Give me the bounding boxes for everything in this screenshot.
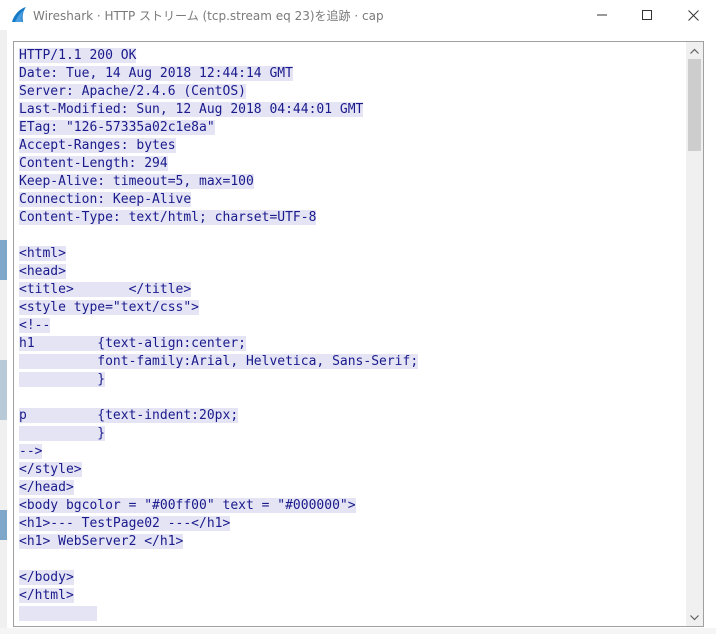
chevron-up-icon [690, 48, 699, 54]
chevron-down-icon [690, 614, 699, 620]
maximize-button[interactable] [624, 0, 670, 30]
stream-line[interactable]: </style> [19, 461, 418, 479]
stream-line-text: p {text-indent:20px; [19, 408, 239, 423]
stream-line-text: } [19, 372, 106, 387]
close-button[interactable] [670, 0, 716, 30]
stream-line[interactable]: <h1>--- TestPage02 ---</h1> [19, 515, 418, 533]
stream-line-text: Keep-Alive: timeout=5, max=100 [19, 174, 254, 189]
stream-line[interactable]: <!-- [19, 317, 418, 335]
stream-line[interactable]: <html> [19, 245, 418, 263]
stream-text[interactable]: HTTP/1.1 200 OK Date: Tue, 14 Aug 2018 12… [19, 47, 419, 623]
stream-line-text: <h1> WebServer2 </h1> [19, 534, 184, 549]
stream-line-text: Connection: Keep-Alive [19, 192, 192, 207]
close-icon [687, 9, 699, 21]
stream-line[interactable]: Connection: Keep-Alive [19, 191, 418, 209]
window-title: Wireshark · HTTP ストリーム (tcp.stream eq 23… [33, 9, 384, 23]
stream-line[interactable] [19, 605, 418, 623]
stream-line[interactable] [19, 551, 418, 569]
stream-line[interactable]: } [19, 425, 418, 443]
follow-stream-window: Wireshark · HTTP ストリーム (tcp.stream eq 23… [0, 0, 716, 634]
stream-line-text: HTTP/1.1 200 OK [19, 48, 137, 63]
stream-content-area[interactable]: HTTP/1.1 200 OK Date: Tue, 14 Aug 2018 12… [13, 41, 704, 627]
stream-line[interactable] [19, 389, 418, 407]
stream-line[interactable]: Date: Tue, 14 Aug 2018 12:44:14 GMT [19, 65, 418, 83]
stream-line-text: <body bgcolor = "#00ff00" text = "#00000… [19, 498, 356, 513]
stream-line-text: --> [19, 444, 43, 459]
stream-line[interactable]: <head> [19, 263, 418, 281]
stream-line-text: Accept-Ranges: bytes [19, 138, 176, 153]
vertical-scrollbar[interactable] [686, 42, 703, 626]
stream-line[interactable]: </head> [19, 479, 418, 497]
stream-line[interactable]: ETag: "126-57335a02c1e8a" [19, 119, 418, 137]
minimize-icon [597, 14, 607, 16]
scrollbar-thumb[interactable] [688, 59, 701, 151]
stream-line-text: </style> [19, 462, 82, 477]
scroll-up-button[interactable] [686, 42, 703, 59]
stream-line-text: </body> [19, 570, 74, 585]
stream-line-text: } [19, 426, 106, 441]
stream-line[interactable]: Server: Apache/2.4.6 (CentOS) [19, 83, 418, 101]
status-strip [0, 628, 716, 634]
stream-line-text: </head> [19, 480, 74, 495]
stream-line[interactable]: Content-Type: text/html; charset=UTF-8 [19, 209, 418, 227]
stream-line[interactable]: } [19, 371, 418, 389]
stream-line-text: ETag: "126-57335a02c1e8a" [19, 120, 215, 135]
stream-line[interactable] [19, 227, 418, 245]
background-window-edge [0, 30, 7, 634]
maximize-icon [642, 10, 652, 20]
stream-line-text: font-family:Arial, Helvetica, Sans-Serif… [19, 354, 419, 369]
stream-line-text: <h1>--- TestPage02 ---</h1> [19, 516, 231, 531]
stream-line[interactable]: Accept-Ranges: bytes [19, 137, 418, 155]
stream-line-text: <style type="text/css"> [19, 300, 200, 315]
minimize-button[interactable] [579, 0, 625, 30]
stream-line[interactable]: Keep-Alive: timeout=5, max=100 [19, 173, 418, 191]
stream-line-text: <head> [19, 264, 66, 279]
stream-line-text: Content-Type: text/html; charset=UTF-8 [19, 210, 317, 225]
stream-line-text: </html> [19, 588, 74, 603]
stream-line[interactable]: HTTP/1.1 200 OK [19, 47, 418, 65]
stream-line-text: <html> [19, 246, 66, 261]
stream-line[interactable]: </body> [19, 569, 418, 587]
wireshark-fin-icon [10, 6, 28, 24]
stream-line[interactable]: font-family:Arial, Helvetica, Sans-Serif… [19, 353, 419, 371]
stream-line-text: Content-Length: 294 [19, 156, 168, 171]
stream-line-text: Date: Tue, 14 Aug 2018 12:44:14 GMT [19, 66, 293, 81]
stream-line-text: Last-Modified: Sun, 12 Aug 2018 04:44:01… [19, 102, 364, 117]
stream-line[interactable]: p {text-indent:20px; [19, 407, 418, 425]
stream-line[interactable]: <style type="text/css"> [19, 299, 418, 317]
stream-line[interactable]: <title> </title> [19, 281, 418, 299]
stream-line[interactable]: </html> [19, 587, 418, 605]
stream-line[interactable]: Last-Modified: Sun, 12 Aug 2018 04:44:01… [19, 101, 418, 119]
stream-line-text: Server: Apache/2.4.6 (CentOS) [19, 84, 246, 99]
stream-line[interactable]: Content-Length: 294 [19, 155, 418, 173]
stream-line-text: h1 {text-align:center; [19, 336, 246, 351]
scroll-down-button[interactable] [686, 609, 703, 626]
stream-line[interactable]: <h1> WebServer2 </h1> [19, 533, 418, 551]
stream-line[interactable]: h1 {text-align:center; [19, 335, 418, 353]
stream-line[interactable]: --> [19, 443, 418, 461]
title-bar[interactable]: Wireshark · HTTP ストリーム (tcp.stream eq 23… [0, 0, 716, 30]
stream-line-text [19, 606, 98, 621]
stream-line-text: <title> </title> [19, 282, 192, 297]
stream-line-text: <!-- [19, 318, 51, 333]
stream-line[interactable]: <body bgcolor = "#00ff00" text = "#00000… [19, 497, 418, 515]
